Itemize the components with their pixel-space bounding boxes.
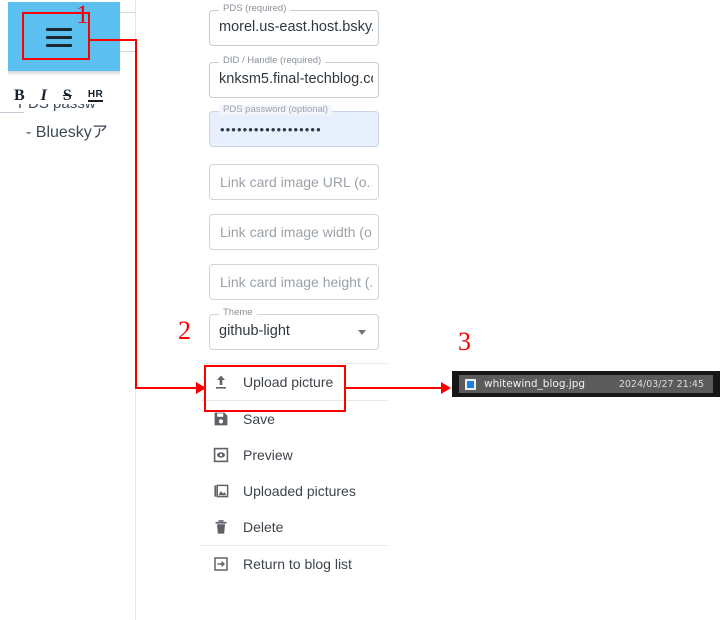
did-handle-field-label: DID / Handle (required) [219,56,326,66]
exit-arrow-icon [199,556,243,572]
link-card-image-width-field[interactable]: Link card image width (o... [209,214,379,250]
link-card-image-url-placeholder: Link card image URL (o... [220,174,372,190]
italic-button[interactable]: I [41,88,47,104]
chevron-down-icon[interactable] [358,330,366,335]
link-card-image-height-placeholder: Link card image height (... [220,274,372,290]
downloaded-file-bar[interactable]: whitewind_blog.jpg 2024/03/27 21:45 [452,371,720,397]
pds-field-value: morel.us-east.host.bsky.ne [219,19,373,35]
editor-clipped-line: PDS passw [18,104,136,116]
horizontal-rule-button[interactable]: HR [87,90,104,102]
annotation-number-3: 3 [458,327,471,356]
annotation-connector-h1 [88,39,137,41]
did-handle-field[interactable]: DID / Handle (required) knksm5.final-tec… [209,56,379,98]
theme-select[interactable]: Theme github-light [209,308,379,350]
image-file-icon [465,378,476,390]
annotation-connector-h3 [346,387,444,389]
annotation-number-2: 2 [178,316,191,345]
menu-item-preview[interactable]: Preview [199,437,389,473]
pds-password-field-label: PDS password (optional) [219,105,333,115]
editor-visible-line: - Blueskyア [26,124,108,141]
menu-item-label: Save [243,411,275,427]
strikethrough-button[interactable]: S [63,88,72,104]
trash-icon [199,519,243,535]
menu-item-label: Return to blog list [243,556,352,572]
menu-item-label: Delete [243,519,284,535]
annotation-arrowhead-2 [441,382,451,394]
menu-item-return-to-blog-list[interactable]: Return to blog list [199,546,389,582]
menu-item-label: Uploaded pictures [243,483,356,499]
save-icon [199,411,243,427]
menu-item-delete[interactable]: Delete [199,509,389,545]
pds-password-field-value: •••••••••••••••••• [220,122,322,137]
markdown-editor-panel: B I S HR PDS passw - Blueskyア [0,0,136,620]
annotation-connector-h2 [135,387,199,389]
preview-eye-icon [199,447,243,463]
image-gallery-icon [199,483,243,499]
downloaded-file-name: whitewind_blog.jpg [484,378,586,390]
pds-field[interactable]: PDS (required) morel.us-east.host.bsky.n… [209,4,379,46]
downloaded-file-row[interactable]: whitewind_blog.jpg 2024/03/27 21:45 [459,375,713,393]
annotation-number-1: 1 [76,0,89,29]
annotation-connector-v1 [135,39,137,388]
link-card-image-width-placeholder: Link card image width (o... [220,224,372,240]
bold-button[interactable]: B [14,88,25,104]
did-handle-field-value: knksm5.final-techblog.com [219,71,373,87]
downloaded-file-timestamp: 2024/03/27 21:45 [618,378,704,390]
pds-field-label: PDS (required) [219,4,291,14]
link-card-image-url-field[interactable]: Link card image URL (o... [209,164,379,200]
menu-item-uploaded-pictures[interactable]: Uploaded pictures [199,473,389,509]
theme-select-label: Theme [219,308,257,318]
menu-item-label: Preview [243,447,293,463]
link-card-image-height-field[interactable]: Link card image height (... [209,264,379,300]
header-shadow [8,71,120,76]
annotation-box-step2 [204,365,346,412]
theme-select-value: github-light [219,323,290,339]
pds-password-field[interactable]: PDS password (optional) ••••••••••••••••… [209,105,379,147]
